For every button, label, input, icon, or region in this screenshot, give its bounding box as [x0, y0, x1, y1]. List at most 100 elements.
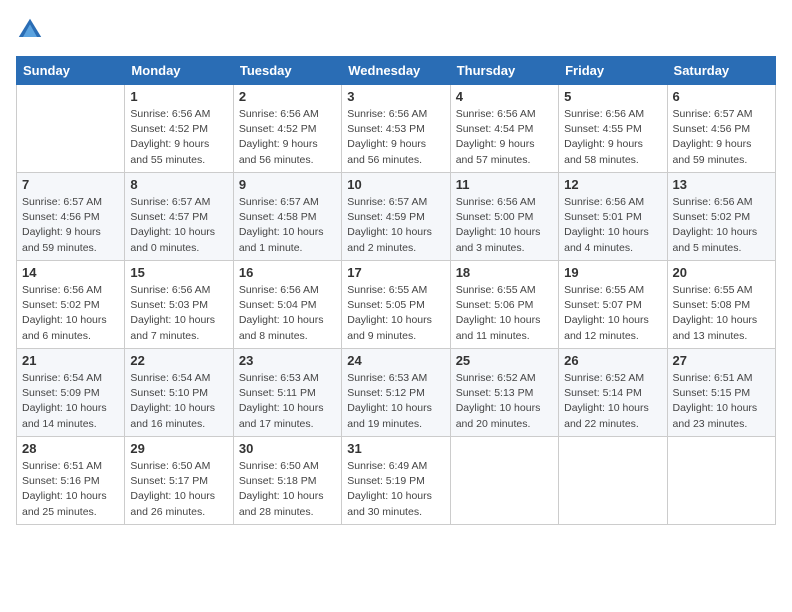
day-info: Sunrise: 6:56 AMSunset: 5:04 PMDaylight:… — [239, 283, 336, 344]
calendar-cell: 2 Sunrise: 6:56 AMSunset: 4:52 PMDaylight… — [233, 85, 341, 173]
day-info: Sunrise: 6:56 AMSunset: 4:55 PMDaylight:… — [564, 107, 661, 168]
day-number: 13 — [673, 177, 770, 192]
day-info: Sunrise: 6:49 AMSunset: 5:19 PMDaylight:… — [347, 459, 444, 520]
day-info: Sunrise: 6:51 AMSunset: 5:15 PMDaylight:… — [673, 371, 770, 432]
day-number: 6 — [673, 89, 770, 104]
day-number: 15 — [130, 265, 227, 280]
weekday-header: Wednesday — [342, 57, 450, 85]
day-info: Sunrise: 6:56 AMSunset: 5:02 PMDaylight:… — [22, 283, 119, 344]
day-info: Sunrise: 6:56 AMSunset: 4:52 PMDaylight:… — [239, 107, 336, 168]
day-info: Sunrise: 6:57 AMSunset: 4:57 PMDaylight:… — [130, 195, 227, 256]
day-info: Sunrise: 6:56 AMSunset: 4:54 PMDaylight:… — [456, 107, 553, 168]
logo — [16, 16, 46, 44]
day-number: 17 — [347, 265, 444, 280]
calendar-cell — [667, 437, 775, 525]
calendar-cell: 7 Sunrise: 6:57 AMSunset: 4:56 PMDaylight… — [17, 173, 125, 261]
calendar-cell: 5Sunrise: 6:56 AMSunset: 4:55 PMDaylight… — [559, 85, 667, 173]
day-number: 24 — [347, 353, 444, 368]
calendar-cell: 13 Sunrise: 6:56 AMSunset: 5:02 PMDayligh… — [667, 173, 775, 261]
day-info: Sunrise: 6:51 AMSunset: 5:16 PMDaylight:… — [22, 459, 119, 520]
day-info: Sunrise: 6:53 AMSunset: 5:12 PMDaylight:… — [347, 371, 444, 432]
day-info: Sunrise: 6:55 AMSunset: 5:06 PMDaylight:… — [456, 283, 553, 344]
day-number: 25 — [456, 353, 553, 368]
calendar-cell: 31 Sunrise: 6:49 AMSunset: 5:19 PMDayligh… — [342, 437, 450, 525]
logo-icon — [16, 16, 44, 44]
day-number: 1 — [130, 89, 227, 104]
day-number: 30 — [239, 441, 336, 456]
day-info: Sunrise: 6:57 AMSunset: 4:56 PMDaylight:… — [673, 107, 770, 168]
day-number: 23 — [239, 353, 336, 368]
day-number: 7 — [22, 177, 119, 192]
day-number: 4 — [456, 89, 553, 104]
day-number: 14 — [22, 265, 119, 280]
calendar-cell: 12Sunrise: 6:56 AMSunset: 5:01 PMDayligh… — [559, 173, 667, 261]
day-info: Sunrise: 6:50 AMSunset: 5:18 PMDaylight:… — [239, 459, 336, 520]
weekday-header: Tuesday — [233, 57, 341, 85]
day-number: 19 — [564, 265, 661, 280]
calendar-cell: 28Sunrise: 6:51 AMSunset: 5:16 PMDayligh… — [17, 437, 125, 525]
day-info: Sunrise: 6:50 AMSunset: 5:17 PMDaylight:… — [130, 459, 227, 520]
weekday-header: Sunday — [17, 57, 125, 85]
day-info: Sunrise: 6:55 AMSunset: 5:07 PMDaylight:… — [564, 283, 661, 344]
calendar-cell: 18 Sunrise: 6:55 AMSunset: 5:06 PMDayligh… — [450, 261, 558, 349]
calendar-cell: 6 Sunrise: 6:57 AMSunset: 4:56 PMDaylight… — [667, 85, 775, 173]
calendar-cell: 21 Sunrise: 6:54 AMSunset: 5:09 PMDayligh… — [17, 349, 125, 437]
day-number: 21 — [22, 353, 119, 368]
day-number: 12 — [564, 177, 661, 192]
calendar-cell: 23 Sunrise: 6:53 AMSunset: 5:11 PMDayligh… — [233, 349, 341, 437]
calendar-cell: 19 Sunrise: 6:55 AMSunset: 5:07 PMDayligh… — [559, 261, 667, 349]
calendar-week-row: 14 Sunrise: 6:56 AMSunset: 5:02 PMDayligh… — [17, 261, 776, 349]
calendar-cell: 15 Sunrise: 6:56 AMSunset: 5:03 PMDayligh… — [125, 261, 233, 349]
calendar-week-row: 1 Sunrise: 6:56 AMSunset: 4:52 PMDaylight… — [17, 85, 776, 173]
calendar-cell — [450, 437, 558, 525]
day-number: 8 — [130, 177, 227, 192]
day-number: 31 — [347, 441, 444, 456]
day-number: 16 — [239, 265, 336, 280]
day-info: Sunrise: 6:54 AMSunset: 5:10 PMDaylight:… — [130, 371, 227, 432]
day-info: Sunrise: 6:53 AMSunset: 5:11 PMDaylight:… — [239, 371, 336, 432]
calendar-cell: 1 Sunrise: 6:56 AMSunset: 4:52 PMDaylight… — [125, 85, 233, 173]
calendar-cell — [17, 85, 125, 173]
day-number: 20 — [673, 265, 770, 280]
calendar-cell: 11 Sunrise: 6:56 AMSunset: 5:00 PMDayligh… — [450, 173, 558, 261]
day-number: 22 — [130, 353, 227, 368]
weekday-header: Friday — [559, 57, 667, 85]
day-info: Sunrise: 6:57 AMSunset: 4:59 PMDaylight:… — [347, 195, 444, 256]
day-info: Sunrise: 6:52 AMSunset: 5:14 PMDaylight:… — [564, 371, 661, 432]
day-info: Sunrise: 6:52 AMSunset: 5:13 PMDaylight:… — [456, 371, 553, 432]
day-info: Sunrise: 6:55 AMSunset: 5:05 PMDaylight:… — [347, 283, 444, 344]
calendar-week-row: 21 Sunrise: 6:54 AMSunset: 5:09 PMDayligh… — [17, 349, 776, 437]
weekday-header: Monday — [125, 57, 233, 85]
day-info: Sunrise: 6:56 AMSunset: 4:52 PMDaylight:… — [130, 107, 227, 168]
day-number: 27 — [673, 353, 770, 368]
calendar-cell: 9 Sunrise: 6:57 AMSunset: 4:58 PMDaylight… — [233, 173, 341, 261]
page-header — [16, 16, 776, 44]
weekday-header: Saturday — [667, 57, 775, 85]
day-number: 18 — [456, 265, 553, 280]
day-number: 9 — [239, 177, 336, 192]
calendar-cell: 26 Sunrise: 6:52 AMSunset: 5:14 PMDayligh… — [559, 349, 667, 437]
calendar-cell: 10 Sunrise: 6:57 AMSunset: 4:59 PMDayligh… — [342, 173, 450, 261]
calendar-table: SundayMondayTuesdayWednesdayThursdayFrid… — [16, 56, 776, 525]
day-number: 26 — [564, 353, 661, 368]
calendar-cell: 25 Sunrise: 6:52 AMSunset: 5:13 PMDayligh… — [450, 349, 558, 437]
weekday-header: Thursday — [450, 57, 558, 85]
calendar-cell: 24 Sunrise: 6:53 AMSunset: 5:12 PMDayligh… — [342, 349, 450, 437]
day-number: 11 — [456, 177, 553, 192]
day-info: Sunrise: 6:57 AMSunset: 4:56 PMDaylight:… — [22, 195, 119, 256]
calendar-cell — [559, 437, 667, 525]
calendar-week-row: 28Sunrise: 6:51 AMSunset: 5:16 PMDayligh… — [17, 437, 776, 525]
day-info: Sunrise: 6:56 AMSunset: 5:03 PMDaylight:… — [130, 283, 227, 344]
day-number: 29 — [130, 441, 227, 456]
day-number: 2 — [239, 89, 336, 104]
calendar-cell: 29 Sunrise: 6:50 AMSunset: 5:17 PMDayligh… — [125, 437, 233, 525]
calendar-cell: 30 Sunrise: 6:50 AMSunset: 5:18 PMDayligh… — [233, 437, 341, 525]
day-info: Sunrise: 6:56 AMSunset: 5:00 PMDaylight:… — [456, 195, 553, 256]
calendar-week-row: 7 Sunrise: 6:57 AMSunset: 4:56 PMDaylight… — [17, 173, 776, 261]
calendar-cell: 20Sunrise: 6:55 AMSunset: 5:08 PMDayligh… — [667, 261, 775, 349]
day-info: Sunrise: 6:56 AMSunset: 5:02 PMDaylight:… — [673, 195, 770, 256]
day-number: 10 — [347, 177, 444, 192]
calendar-cell: 16 Sunrise: 6:56 AMSunset: 5:04 PMDayligh… — [233, 261, 341, 349]
day-info: Sunrise: 6:57 AMSunset: 4:58 PMDaylight:… — [239, 195, 336, 256]
day-info: Sunrise: 6:54 AMSunset: 5:09 PMDaylight:… — [22, 371, 119, 432]
